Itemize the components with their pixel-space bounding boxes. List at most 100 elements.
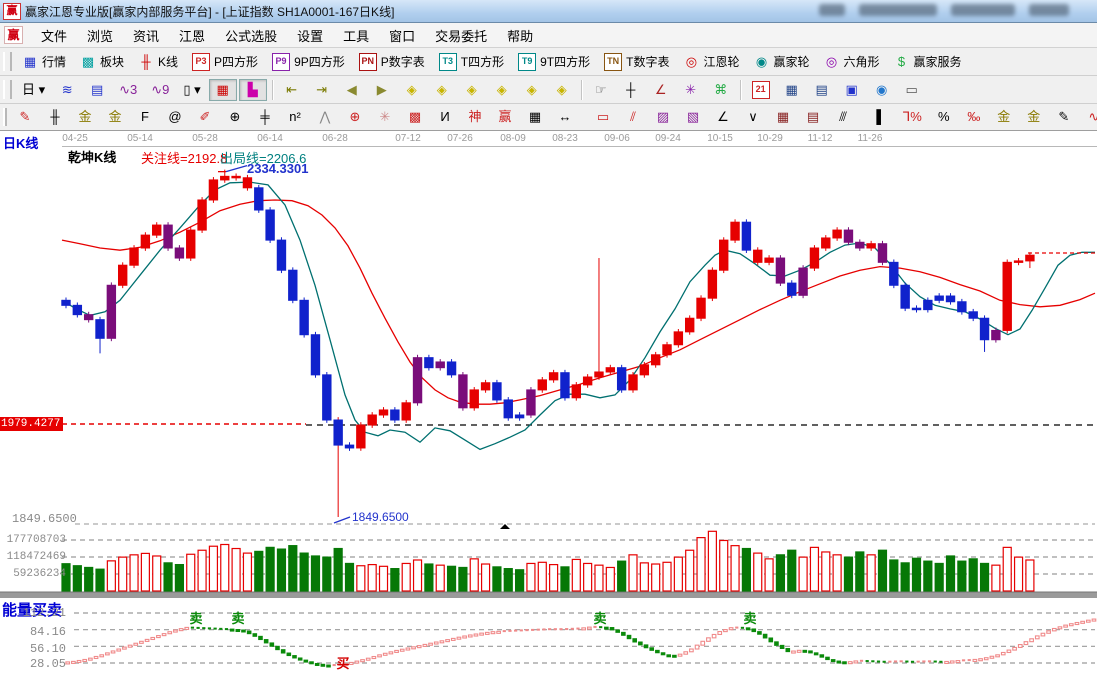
menu-item-9[interactable]: 帮助 bbox=[497, 27, 543, 46]
menu-item-8[interactable]: 交易委托 bbox=[425, 27, 497, 46]
diamond-x-button[interactable]: ◈ bbox=[488, 79, 516, 101]
width-arrow-tool[interactable]: ↔ bbox=[551, 106, 579, 128]
candle-body bbox=[344, 444, 355, 449]
menu-item-6[interactable]: 工具 bbox=[333, 27, 379, 46]
histogram-color-icon[interactable]: ▙ bbox=[238, 78, 267, 101]
menu-item-3[interactable]: 江恩 bbox=[169, 27, 215, 46]
energy-up-bar bbox=[422, 643, 428, 647]
time-grid-tool[interactable]: ╫ bbox=[41, 106, 69, 128]
dense-grid-tool[interactable]: ▦ bbox=[521, 106, 549, 128]
winner-service-icon: $ bbox=[897, 53, 906, 69]
time-division-tool[interactable]: ╪ bbox=[251, 106, 279, 128]
chart-region[interactable]: 04-25 05-14 05-28 06-14 06-28 07-12 07-26 08-09… bbox=[0, 131, 1097, 674]
pattern-red-icon[interactable]: ▦ bbox=[208, 78, 237, 101]
kline-button[interactable]: ╫ K线 bbox=[132, 50, 184, 73]
chart-canvas[interactable] bbox=[0, 131, 1097, 674]
candle-body bbox=[650, 354, 661, 366]
parallel-tool[interactable]: ⫻ bbox=[829, 106, 857, 128]
v-wave-tool[interactable]: ∨ bbox=[739, 106, 767, 128]
mirror-angle-tool[interactable]: ⋀ bbox=[311, 106, 339, 128]
last-bar-button[interactable]: ⇥ bbox=[308, 79, 336, 101]
menu-item-1[interactable]: 浏览 bbox=[77, 27, 123, 46]
menu-item-2[interactable]: 资讯 bbox=[123, 27, 169, 46]
pct-tool[interactable]: % bbox=[930, 106, 958, 128]
9p-square-button[interactable]: P9 9P四方形 bbox=[266, 50, 351, 74]
fib-tool[interactable]: F bbox=[131, 106, 159, 128]
pen2-tool[interactable]: ✎ bbox=[1050, 106, 1078, 128]
p-square-button[interactable]: P3 P四方形 bbox=[186, 50, 264, 74]
menu-item-7[interactable]: 窗口 bbox=[379, 27, 425, 46]
candle-body bbox=[480, 382, 491, 391]
fan-lines-tool[interactable]: ⫽ bbox=[619, 106, 647, 128]
gann-wheel-button[interactable]: ◎ 江恩轮 bbox=[677, 50, 745, 73]
wave3-icon[interactable]: ∿3 bbox=[113, 79, 143, 101]
winner-wheel-button[interactable]: ◉ 赢家轮 bbox=[747, 50, 815, 73]
marker-pen-tool[interactable]: ✐ bbox=[191, 106, 219, 128]
gold-division2-tool[interactable]: 金 bbox=[101, 106, 129, 128]
pct7-tool[interactable]: ⅂% bbox=[897, 106, 928, 128]
info-list-icon[interactable]: ▤ bbox=[83, 79, 111, 101]
grid-b-tool[interactable]: ▤ bbox=[799, 106, 827, 128]
spiral-tool[interactable]: @ bbox=[161, 106, 189, 128]
energy-up-bar bbox=[983, 657, 989, 661]
diamond-right-button[interactable]: ◈ bbox=[428, 79, 456, 101]
analyze-tool[interactable]: ⌘ bbox=[707, 79, 735, 101]
gold-division-tool[interactable]: 金 bbox=[71, 106, 99, 128]
diamond-left-button[interactable]: ◈ bbox=[398, 79, 426, 101]
circle-cross-tool[interactable]: ⊕ bbox=[341, 106, 369, 128]
energy-up-bar bbox=[173, 629, 178, 633]
export-icon[interactable]: ▭ bbox=[898, 79, 926, 101]
gann-tool[interactable]: ✳ bbox=[677, 79, 705, 101]
hexagon-button[interactable]: ◎ 六角形 bbox=[818, 50, 886, 73]
p-number-table-button[interactable]: PN P数字表 bbox=[353, 50, 431, 74]
gold-lines-tool[interactable]: 金 bbox=[1020, 106, 1048, 128]
winner-service-button[interactable]: $ 赢家服务 bbox=[888, 50, 968, 73]
energy-up-bar bbox=[456, 636, 462, 640]
menu-item-0[interactable]: 文件 bbox=[31, 27, 77, 46]
t-number-table-button[interactable]: TN T数字表 bbox=[598, 50, 675, 74]
angle-tool[interactable]: ∠ bbox=[647, 79, 675, 101]
energy-down-bar bbox=[660, 652, 666, 656]
crosshair-tool[interactable]: ┼ bbox=[617, 79, 645, 101]
notepad-icon[interactable]: ▤ bbox=[808, 79, 836, 101]
next-bar-button[interactable]: ▶ bbox=[368, 79, 396, 101]
first-bar-button[interactable]: ⇤ bbox=[278, 79, 306, 101]
period-day-dropdown[interactable]: 日 ▾ bbox=[16, 79, 51, 101]
n2-tool[interactable]: n² bbox=[281, 106, 309, 128]
hand-tool[interactable]: ☞ bbox=[587, 79, 615, 101]
menu-item-4[interactable]: 公式选股 bbox=[215, 27, 287, 46]
wave9-icon[interactable]: ∿9 bbox=[145, 79, 175, 101]
candle-style-dropdown[interactable]: ▯ ▾ bbox=[177, 79, 206, 101]
fan-dense-tool[interactable]: ▧ bbox=[679, 106, 707, 128]
hist-tool[interactable]: ▌ bbox=[867, 106, 895, 128]
pct-line-tool[interactable]: ‰ bbox=[960, 106, 988, 128]
network-icon[interactable]: ◉ bbox=[868, 79, 896, 101]
candle-body bbox=[719, 239, 729, 271]
zigzag-pattern-icon[interactable]: ≋ bbox=[53, 79, 81, 101]
star-web-tool[interactable]: ✳ bbox=[371, 106, 399, 128]
quotes-button[interactable]: ▦ 行情 bbox=[16, 50, 72, 73]
menu-item-5[interactable]: 设置 bbox=[287, 27, 333, 46]
t-square-button[interactable]: T3 T四方形 bbox=[433, 50, 510, 74]
pen-tool[interactable]: ✎ bbox=[11, 106, 39, 128]
slope-tool[interactable]: ∠ bbox=[709, 106, 737, 128]
sectors-button[interactable]: ▩ 板块 bbox=[74, 50, 130, 73]
diamond-v-button[interactable]: ◈ bbox=[518, 79, 546, 101]
9t-square-button[interactable]: T9 9T四方形 bbox=[512, 50, 596, 74]
wave-mark-tool[interactable]: И bbox=[431, 106, 459, 128]
save-icon[interactable]: ▣ bbox=[838, 79, 866, 101]
prev-bar-button[interactable]: ◀ bbox=[338, 79, 366, 101]
ying-lines-tool[interactable]: 赢 bbox=[491, 106, 519, 128]
shen-lines-tool[interactable]: 神 bbox=[461, 106, 489, 128]
grid-a-tool[interactable]: ▦ bbox=[769, 106, 797, 128]
a-wave-tool[interactable]: ∿ bbox=[1080, 106, 1097, 128]
diamond-all-button[interactable]: ◈ bbox=[548, 79, 576, 101]
diamond-h-button[interactable]: ◈ bbox=[458, 79, 486, 101]
box-fan-tool[interactable]: ▭ bbox=[589, 106, 617, 128]
fan-grid-tool[interactable]: ▨ bbox=[649, 106, 677, 128]
calendar-icon[interactable]: 21 bbox=[746, 78, 776, 102]
calculator-icon[interactable]: ▦ bbox=[778, 79, 806, 101]
cycle-circle-tool[interactable]: ⊕ bbox=[221, 106, 249, 128]
square-web-tool[interactable]: ▩ bbox=[401, 106, 429, 128]
gold-circle-tool[interactable]: 金 bbox=[990, 106, 1018, 128]
